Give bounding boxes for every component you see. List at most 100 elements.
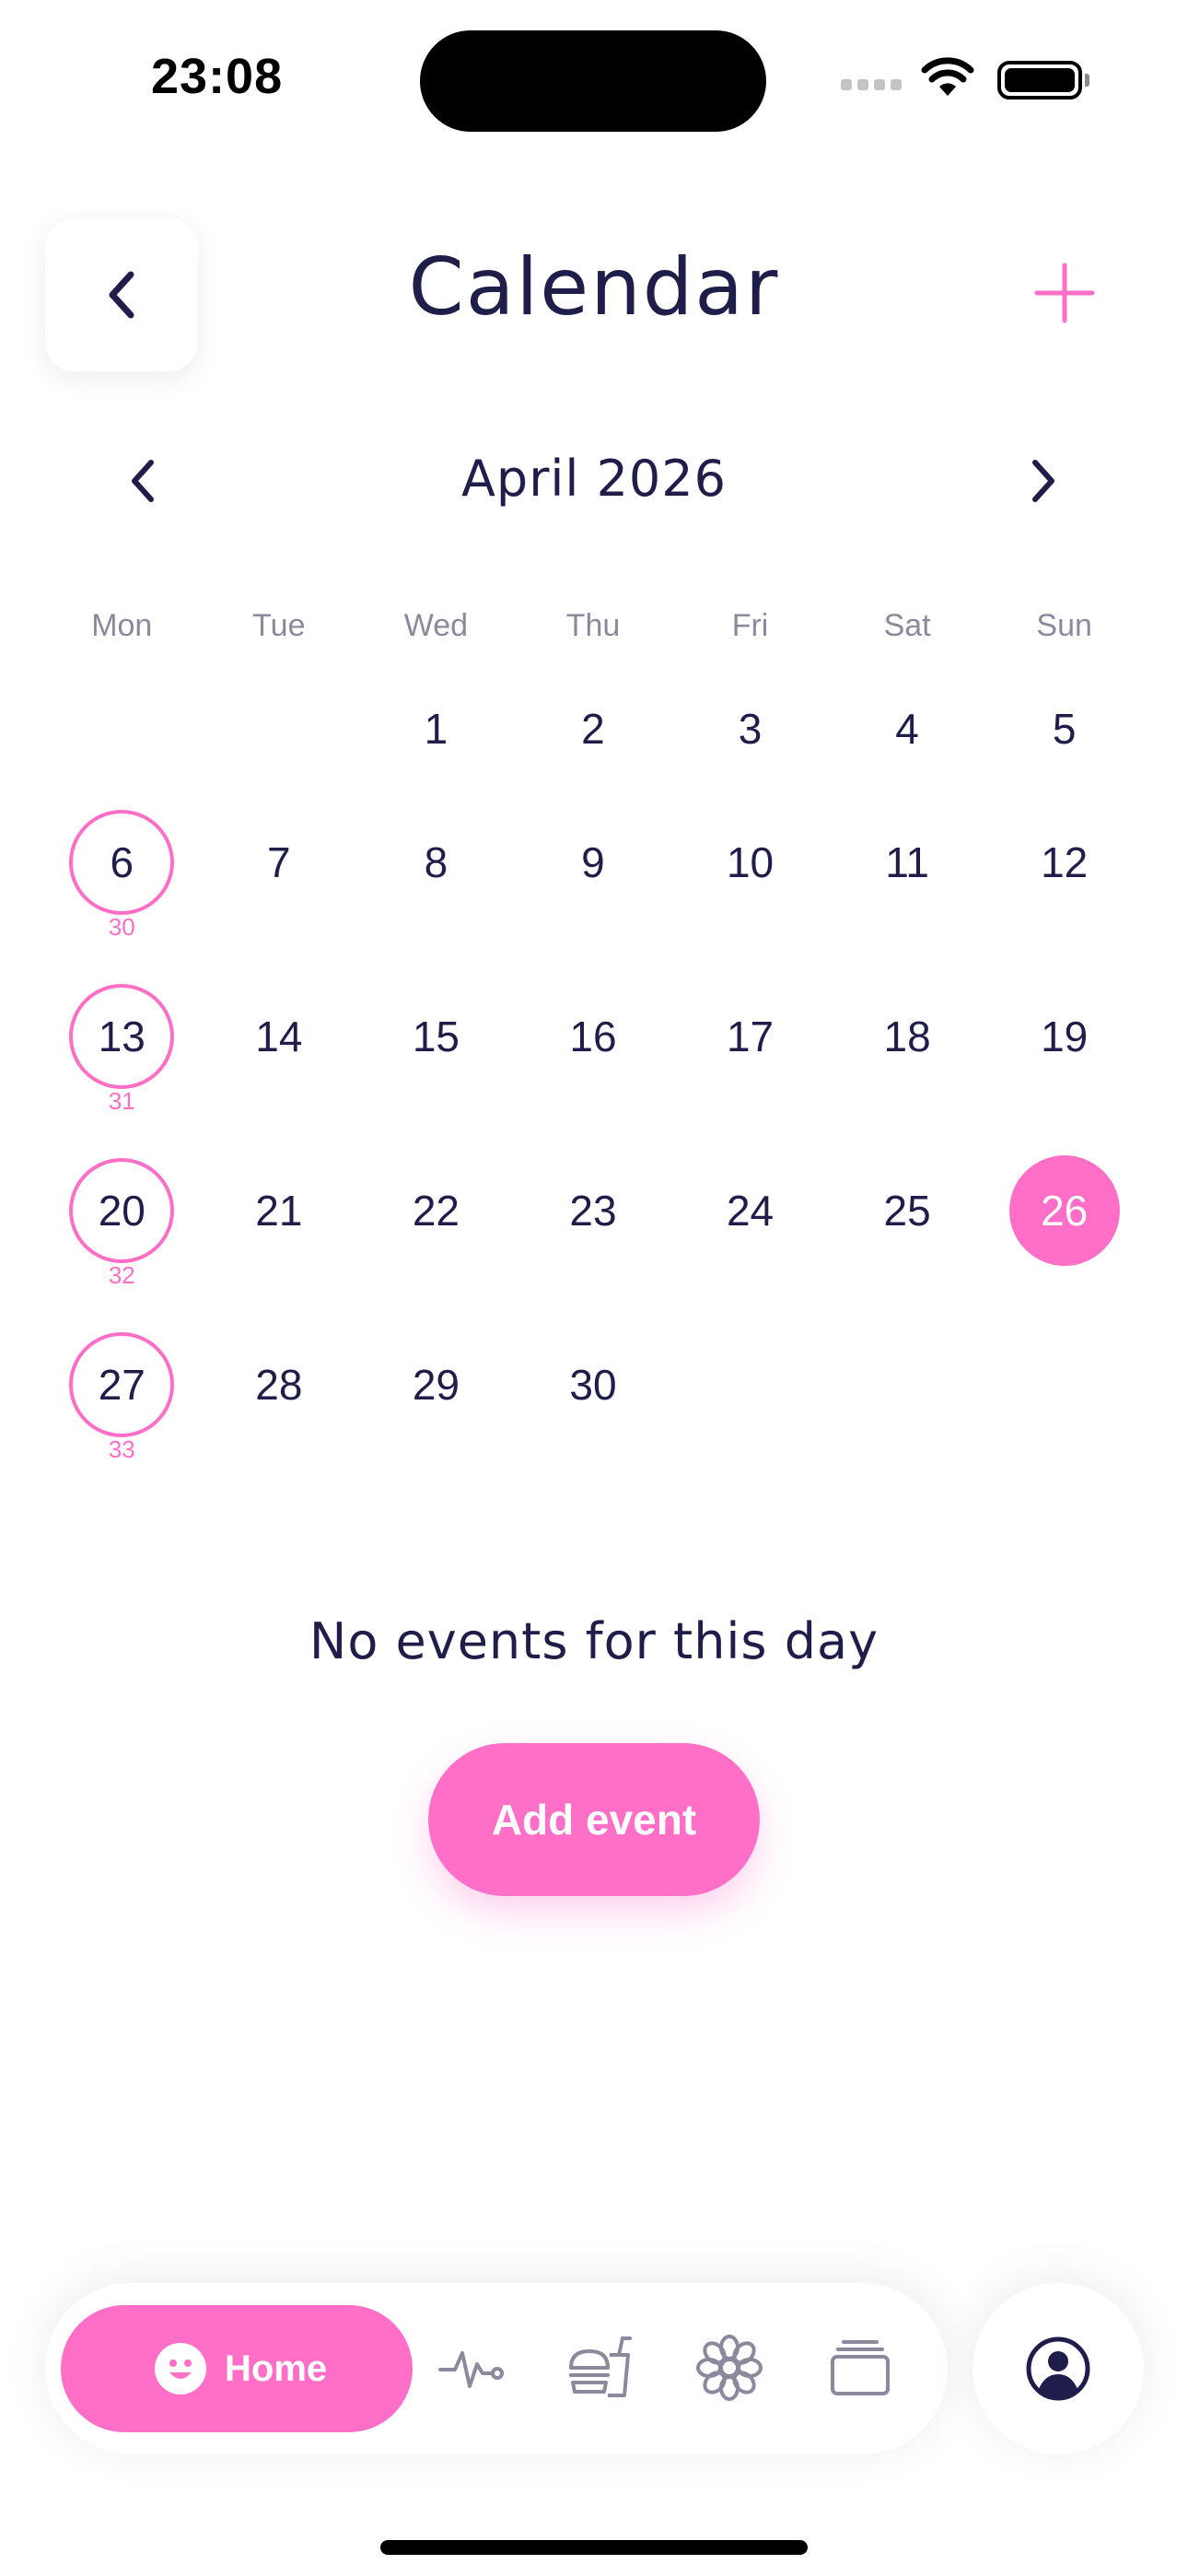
- day-number: 20: [98, 1187, 146, 1235]
- profile-button[interactable]: [973, 2283, 1144, 2454]
- calendar-day-empty: [985, 1329, 1143, 1440]
- calendar-day[interactable]: 29: [357, 1329, 515, 1440]
- day-number: 22: [412, 1187, 460, 1235]
- calendar-day[interactable]: 1: [357, 673, 515, 784]
- pulse-icon[interactable]: [437, 2333, 507, 2403]
- day-number: 10: [726, 838, 775, 886]
- calendar-day[interactable]: 25: [829, 1155, 986, 1266]
- day-number: 5: [1052, 705, 1077, 753]
- day-number: 30: [569, 1361, 617, 1409]
- day-number: 3: [738, 705, 763, 753]
- day-number: 24: [726, 1187, 775, 1235]
- day-number: 1: [424, 705, 448, 753]
- food-icon[interactable]: [565, 2333, 635, 2403]
- calendar-day[interactable]: 2: [515, 673, 672, 784]
- day-number: 21: [255, 1187, 303, 1235]
- day-number: 4: [895, 705, 919, 753]
- cards-icon[interactable]: [825, 2333, 895, 2403]
- day-number: 11: [885, 838, 929, 886]
- calendar-day[interactable]: 4: [829, 673, 986, 784]
- calendar-day[interactable]: 15: [357, 981, 515, 1092]
- day-number: 7: [267, 838, 291, 886]
- weekday-label: Mon: [91, 608, 153, 643]
- profile-icon: [1026, 2336, 1090, 2401]
- weekday-label: Sat: [883, 608, 931, 643]
- calendar-day[interactable]: 19: [985, 981, 1143, 1092]
- next-month-button[interactable]: [1020, 453, 1066, 509]
- calendar-day-empty: [43, 673, 201, 784]
- day-number: 15: [412, 1013, 460, 1060]
- calendar-day[interactable]: 23: [515, 1155, 672, 1266]
- add-icon[interactable]: [1030, 258, 1100, 328]
- home-indicator: [380, 2540, 808, 2555]
- flower-icon[interactable]: [694, 2333, 764, 2403]
- day-number: 28: [255, 1361, 303, 1409]
- day-number: 6: [110, 838, 134, 886]
- day-number: 14: [255, 1013, 303, 1060]
- calendar-day-selected[interactable]: 26: [985, 1155, 1143, 1266]
- calendar-day-week-start[interactable]: 20 32: [43, 1155, 201, 1289]
- day-number: 29: [412, 1361, 460, 1409]
- calendar-day[interactable]: 3: [671, 673, 829, 784]
- calendar-day[interactable]: 8: [357, 807, 515, 918]
- calendar-day[interactable]: 11: [829, 807, 986, 918]
- day-number: 18: [883, 1013, 931, 1060]
- week-number: 33: [108, 1435, 135, 1463]
- week-number: 32: [108, 1261, 135, 1289]
- calendar-day[interactable]: 18: [829, 981, 986, 1092]
- calendar-day[interactable]: 12: [985, 807, 1143, 918]
- calendar-day[interactable]: 14: [201, 981, 358, 1092]
- calendar-day-empty: [201, 673, 358, 784]
- weekday-label: Wed: [403, 608, 469, 643]
- wifi-icon: [921, 57, 974, 96]
- smile-icon: [155, 2343, 206, 2395]
- status-time: 23:08: [151, 49, 284, 104]
- day-number: 25: [883, 1187, 931, 1235]
- add-event-button[interactable]: Add event: [428, 1743, 760, 1896]
- calendar-day[interactable]: 10: [671, 807, 829, 918]
- calendar-week-row: 6 30 7 8 9 10 11 12: [43, 807, 1143, 941]
- calendar-day-empty: [829, 1329, 986, 1440]
- nav-item-home[interactable]: Home: [61, 2305, 413, 2432]
- calendar-day[interactable]: 16: [515, 981, 672, 1092]
- day-number: 9: [581, 838, 605, 886]
- calendar-day-week-start[interactable]: 27 33: [43, 1329, 201, 1463]
- week-number: 31: [108, 1087, 135, 1115]
- month-label: April 2026: [460, 450, 727, 508]
- week-number: 30: [108, 913, 135, 941]
- day-number: 16: [569, 1013, 617, 1060]
- calendar-week-row: 27 33 28 29 30: [43, 1329, 1143, 1463]
- day-number: 19: [1041, 1013, 1089, 1060]
- weekday-label: Fri: [731, 608, 769, 643]
- day-number: 13: [98, 1013, 146, 1060]
- day-number: 8: [424, 838, 448, 886]
- calendar-day-week-start[interactable]: 13 31: [43, 981, 201, 1115]
- weekday-header: Mon Tue Wed Thu Fri Sat Sun: [43, 608, 1143, 644]
- day-number: 27: [98, 1361, 146, 1409]
- day-number: 12: [1041, 838, 1089, 886]
- day-number: 2: [581, 705, 605, 753]
- calendar-day[interactable]: 17: [671, 981, 829, 1092]
- day-number: 26: [1041, 1187, 1089, 1235]
- dynamic-island: [420, 30, 766, 132]
- weekday-label: Thu: [565, 608, 621, 643]
- nav-item-label: Home: [225, 2348, 328, 2389]
- calendar-week-row: 1 2 3 4 5: [43, 673, 1143, 784]
- weekday-label: Sun: [1036, 608, 1092, 643]
- calendar-day[interactable]: 5: [985, 673, 1143, 784]
- no-events-message: No events for this day: [309, 1612, 879, 1670]
- page-title: Calendar: [408, 241, 780, 334]
- calendar-day-week-start[interactable]: 6 30: [43, 807, 201, 941]
- calendar-day-empty: [671, 1329, 829, 1440]
- battery-icon: [997, 61, 1089, 100]
- calendar-day[interactable]: 9: [515, 807, 672, 918]
- calendar-day[interactable]: 24: [671, 1155, 829, 1266]
- weekday-label: Tue: [252, 608, 306, 643]
- calendar-day[interactable]: 21: [201, 1155, 358, 1266]
- calendar-week-row: 20 32 21 22 23 24 25 26: [43, 1155, 1143, 1289]
- calendar-day[interactable]: 22: [357, 1155, 515, 1266]
- calendar-day[interactable]: 28: [201, 1329, 358, 1440]
- calendar-day[interactable]: 7: [201, 807, 358, 918]
- calendar-day[interactable]: 30: [515, 1329, 672, 1440]
- cellular-signal-icon: [841, 79, 902, 90]
